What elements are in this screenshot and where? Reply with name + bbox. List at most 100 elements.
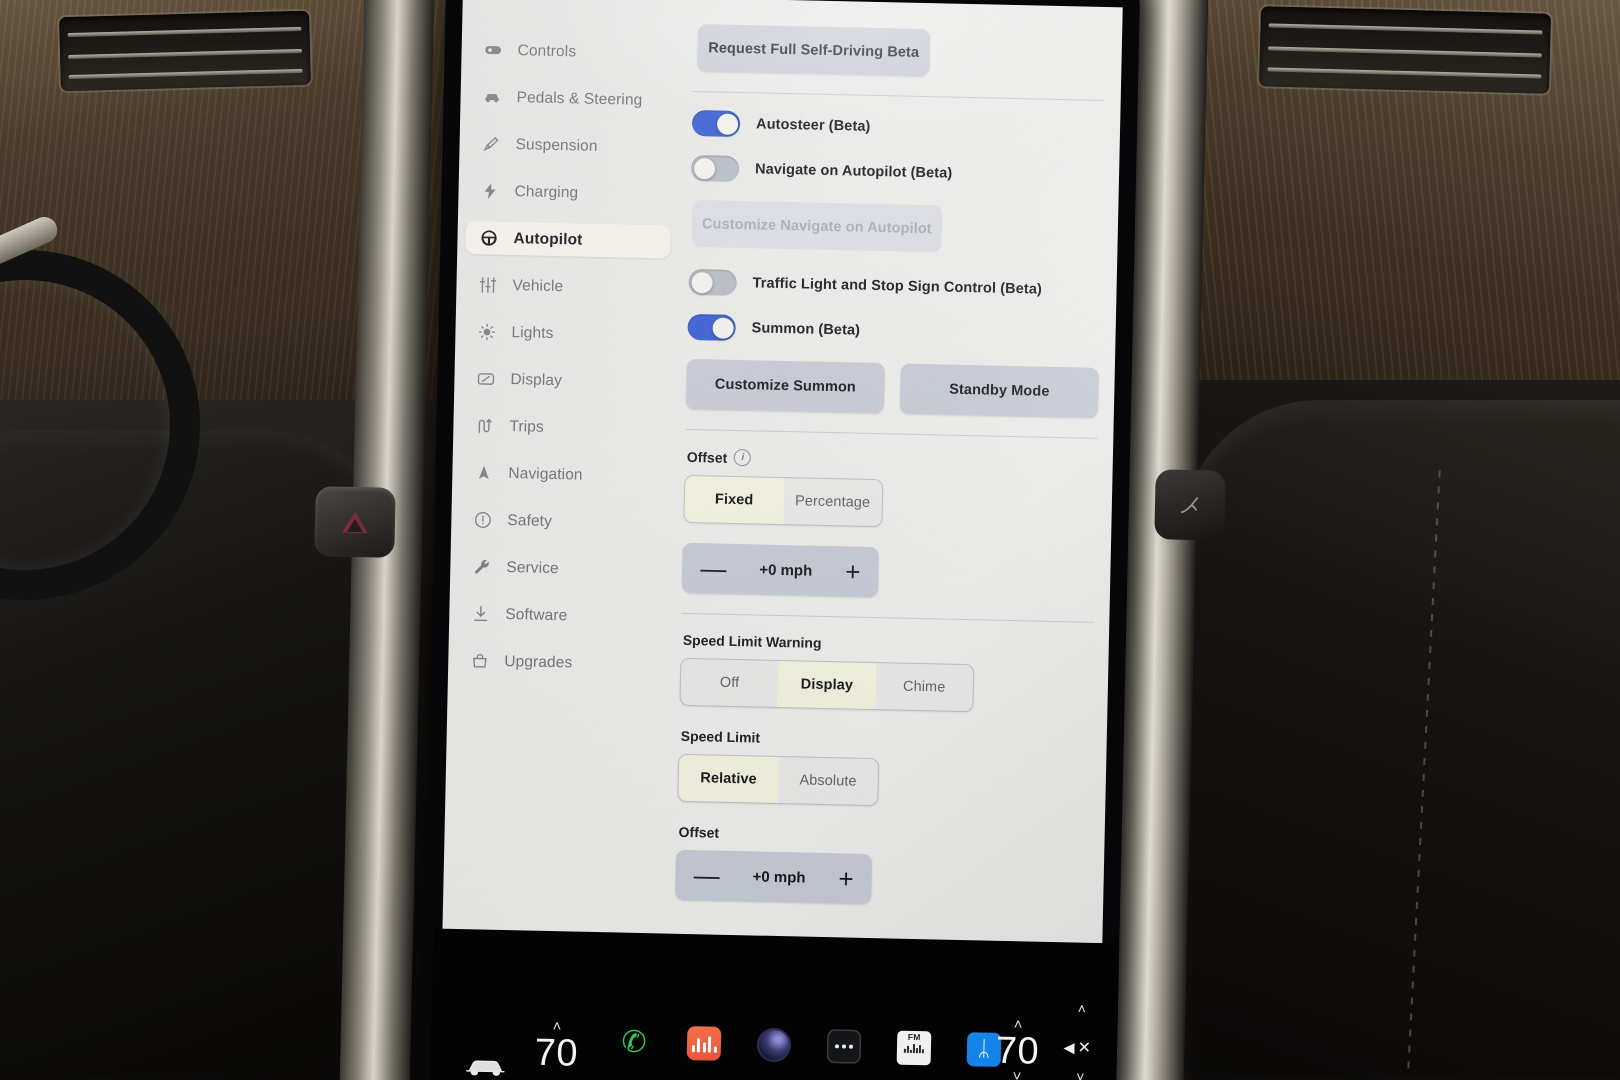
sidebar-item-lights[interactable]: Lights [463, 315, 669, 352]
sidebar-item-label: Upgrades [504, 652, 573, 671]
driver-temperature-control[interactable]: ˄ 70 [534, 1018, 579, 1075]
offset-bottom-plus-button[interactable]: + [838, 863, 854, 893]
route-icon [475, 416, 494, 435]
autopilot-settings-panel: Request Full Self-Driving Beta Autosteer… [675, 24, 1107, 935]
wrench-icon [472, 557, 491, 576]
door-release-button[interactable] [1154, 469, 1226, 541]
sidebar-item-label: Controls [517, 41, 577, 60]
summon-label: Summon (Beta) [751, 320, 861, 339]
app-launcher-row: ✆ FM ᛦ [617, 1025, 1002, 1067]
sidebar-item-label: Service [506, 558, 559, 577]
standby-mode-button[interactable]: Standby Mode [899, 363, 1099, 418]
download-icon [471, 604, 490, 623]
sidebar-item-software[interactable]: Software [457, 597, 663, 634]
steering-wheel-icon [479, 228, 498, 247]
alert-circle-icon [473, 510, 492, 529]
seat-right [1180, 400, 1620, 1080]
autosteer-toggle[interactable] [691, 109, 741, 138]
sidebar-item-pedals-steering[interactable]: Pedals & Steering [468, 80, 674, 117]
chevron-up-icon[interactable]: ˄ [1014, 1016, 1023, 1033]
hazard-triangle-icon [340, 510, 371, 535]
sidebar-item-label: Trips [509, 417, 544, 436]
door-icon [1180, 496, 1199, 514]
sidebar-item-trips[interactable]: Trips [461, 409, 667, 446]
sidebar-item-vehicle[interactable]: Vehicle [464, 268, 670, 305]
offset-top-label: Offset i [687, 448, 1097, 474]
speed-limit-segmented-control[interactable]: Relative Absolute [677, 753, 880, 807]
mute-x-glyph: ✕ [1077, 1039, 1092, 1057]
volume-up-chevron-icon[interactable]: ˄ [1078, 1001, 1087, 1017]
autosteer-row: Autosteer (Beta) [691, 109, 1104, 145]
more-apps-icon[interactable] [826, 1029, 862, 1064]
sidebar-item-label: Display [510, 370, 563, 389]
chevron-down-icon[interactable]: ˅ [1012, 1068, 1021, 1080]
speed-limit-warning-segmented-control[interactable]: Off Display Chime [679, 657, 975, 713]
bottom-status-bar: ˄ 70 ✆ FM ᛦ ˄ 70 ˅ ˄ ◂ ✕ ˅ [430, 928, 1128, 1080]
sidebar-item-label: Autopilot [513, 229, 583, 249]
hazard-lights-button[interactable] [314, 486, 396, 558]
customize-navigate-on-autopilot-button[interactable]: Customize Navigate on Autopilot [691, 199, 943, 253]
speed-limit-warning-option-off[interactable]: Off [680, 659, 778, 707]
chevron-up-icon[interactable]: ˄ [552, 1018, 561, 1035]
shock-absorber-icon [481, 134, 500, 153]
driver-temperature-value: 70 [534, 1031, 579, 1075]
divider [685, 428, 1098, 439]
volume-mute-icon[interactable]: ◂ ✕ [1063, 1034, 1091, 1061]
passenger-temperature-control[interactable]: ˄ 70 ˅ [995, 1016, 1040, 1080]
navigate-on-autopilot-row: Navigate on Autopilot (Beta) [690, 154, 1103, 190]
divider [692, 90, 1105, 101]
shopping-bag-icon [470, 651, 489, 670]
car-icon [482, 87, 501, 106]
customize-summon-button[interactable]: Customize Summon [685, 358, 885, 414]
offset-top-stepper[interactable]: — +0 mph + [681, 542, 879, 598]
sidebar-item-label: Navigation [508, 464, 583, 484]
speed-limit-option-relative[interactable]: Relative [678, 754, 779, 803]
offset-bottom-stepper[interactable]: — +0 mph + [675, 849, 873, 905]
cabin-photo: Controls Pedals & Steering Suspension Ch… [0, 0, 1620, 1080]
sidebar-item-display[interactable]: Display [462, 362, 668, 399]
offset-bottom-value: +0 mph [752, 867, 806, 887]
sidebar-item-label: Pedals & Steering [516, 88, 643, 109]
speed-limit-warning-option-chime[interactable]: Chime [875, 663, 973, 711]
sidebar-item-controls[interactable]: Controls [469, 33, 675, 70]
navigate-on-autopilot-label: Navigate on Autopilot (Beta) [754, 161, 953, 182]
divider [681, 612, 1094, 623]
arrow-up-icon [474, 463, 493, 482]
speaker-glyph: ◂ [1063, 1034, 1075, 1060]
autosteer-label: Autosteer (Beta) [755, 116, 871, 135]
offset-bottom-minus-button[interactable]: — [693, 860, 720, 891]
sun-icon [477, 322, 496, 341]
info-icon[interactable]: i [734, 448, 752, 467]
offset-type-option-fixed[interactable]: Fixed [684, 475, 784, 525]
sidebar-item-suspension[interactable]: Suspension [467, 127, 673, 164]
request-fsd-beta-button[interactable]: Request Full Self-Driving Beta [697, 24, 931, 77]
summon-buttons-row: Customize Summon Standby Mode [685, 358, 1099, 418]
summon-toggle[interactable] [687, 313, 736, 341]
sidebar-item-label: Vehicle [512, 276, 564, 295]
dashcam-icon[interactable] [756, 1027, 792, 1063]
offset-type-segmented-control[interactable]: Fixed Percentage [683, 474, 884, 528]
offset-top-plus-button[interactable]: + [845, 556, 861, 586]
speed-limit-option-absolute[interactable]: Absolute [778, 757, 878, 805]
sidebar-item-service[interactable]: Service [458, 550, 664, 587]
navigate-on-autopilot-toggle[interactable] [690, 154, 740, 182]
tesla-ui: Controls Pedals & Steering Suspension Ch… [442, 0, 1123, 958]
car-icon[interactable] [463, 1053, 508, 1080]
volume-down-chevron-icon[interactable]: ˅ [1076, 1069, 1085, 1080]
traffic-light-control-toggle[interactable] [688, 268, 737, 296]
speed-limit-warning-option-display[interactable]: Display [777, 660, 877, 710]
sliders-icon [478, 275, 497, 294]
toggle-icon [483, 40, 502, 59]
traffic-light-control-label: Traffic Light and Stop Sign Control (Bet… [752, 275, 1043, 298]
bolt-icon [480, 181, 499, 200]
sidebar-item-autopilot[interactable]: Autopilot [465, 221, 671, 259]
sidebar-item-charging[interactable]: Charging [466, 174, 672, 211]
offset-type-option-percentage[interactable]: Percentage [783, 478, 882, 526]
sidebar-item-safety[interactable]: Safety [459, 503, 665, 540]
phone-icon[interactable]: ✆ [617, 1025, 652, 1060]
sidebar-item-navigation[interactable]: Navigation [460, 456, 666, 493]
offset-top-minus-button[interactable]: — [700, 553, 727, 584]
media-icon[interactable] [686, 1026, 722, 1061]
sidebar-item-upgrades[interactable]: Upgrades [456, 644, 662, 681]
fm-radio-icon[interactable]: FM [896, 1030, 932, 1066]
